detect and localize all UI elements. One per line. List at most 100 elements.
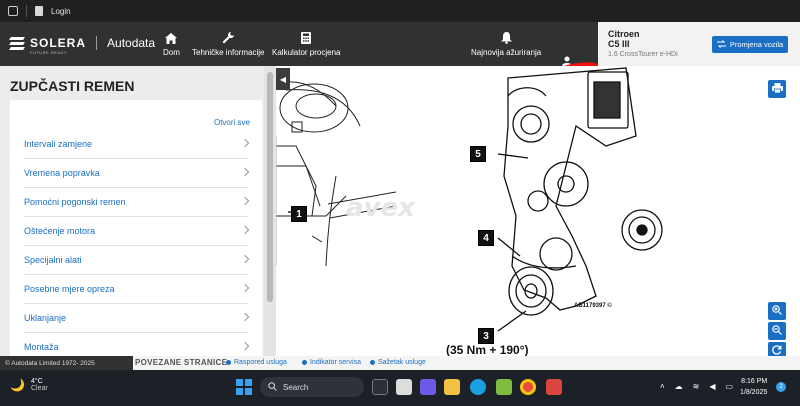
solera-mark-icon [9,36,25,50]
scrollbar-thumb[interactable] [267,72,273,302]
windows-start-icon[interactable] [236,379,252,395]
nav-home-label: Dom [163,48,180,57]
change-vehicle-label: Promjena vozila [729,40,784,49]
callout-4: 4 [478,230,494,246]
torque-spec: (35 Nm + 190°) [446,343,529,356]
nav-latest-updates[interactable]: Najnovija ažuriranja [471,32,541,57]
nav-home[interactable]: Dom [163,32,180,57]
chevron-left-icon: ◀ [279,74,287,84]
weather-temperature: 4°C [30,378,43,385]
chevron-right-icon [240,254,250,264]
section-item-precautions[interactable]: Posebne mjere opreza [24,275,250,304]
bullet-icon [302,360,307,365]
solera-logo[interactable]: SOLERA FUTURE READY Autodata [9,36,156,55]
section-item-replacement-intervals[interactable]: Intervali zamjene [24,130,250,159]
left-panel: ZUPČASTI REMEN Otvori sve Intervali zamj… [0,66,276,362]
section-item-label: Pomoćni pogonski remen [24,197,126,207]
page-title: ZUPČASTI REMEN [10,78,135,94]
chrome-icon[interactable] [520,379,536,395]
section-item-engine-damage[interactable]: Oštećenje motora [24,217,250,246]
chevron-right-icon [240,167,250,177]
search-icon [268,381,277,393]
task-view-icon[interactable] [396,379,412,395]
chevron-right-icon [240,341,250,351]
swap-arrows-icon [716,39,726,50]
chevron-right-icon [240,283,250,293]
vehicle-variant: 1.6 CrossTourer e-HDi [608,51,678,58]
battery-icon[interactable]: ▭ [726,382,734,391]
section-item-label: Specijalni alati [24,255,82,265]
related-link-label: Sažetak usluge [378,359,426,366]
edge-icon[interactable] [470,379,486,395]
store-icon[interactable] [496,379,512,395]
wifi-icon[interactable]: ≋ [693,382,700,391]
page-icon [35,6,43,16]
related-link-service-schedule[interactable]: Raspored usluga [226,359,287,366]
open-all-link[interactable]: Otvori sve [214,118,250,127]
calculator-icon [301,32,312,44]
section-item-label: Montaža [24,342,59,352]
weather-widget[interactable]: 🌙 4°C Clear [10,378,48,392]
collapse-panel-button[interactable]: ◀ [276,68,290,90]
brand-tagline: FUTURE READY [30,50,68,55]
app-icon[interactable] [546,379,562,395]
tab-title[interactable]: Login [51,7,71,16]
notification-badge[interactable]: 2 [776,382,786,392]
related-pages-title: POVEZANE STRANICE [135,358,228,367]
copyright: © Autodata Limited 1972- 2025 [0,356,133,370]
callout-1: 1 [291,206,307,222]
moon-icon: 🌙 [10,378,25,392]
file-explorer-icon[interactable] [444,379,460,395]
reset-view-button[interactable] [768,342,786,356]
chevron-right-icon [240,196,250,206]
left-panel-scrollbar[interactable] [264,66,276,356]
section-item-removal[interactable]: Uklanjanje [24,304,250,333]
zoom-in-button[interactable] [768,302,786,320]
section-item-label: Oštećenje motora [24,226,96,236]
nav-technical-info-label: Tehničke informacije [192,48,265,57]
timing-belt-diagram: avex [276,67,663,332]
callout-5: 5 [470,146,486,162]
clock-date: 1/8/2025 [740,389,768,396]
section-item-special-tools[interactable]: Specijalni alati [24,246,250,275]
taskbar-clock[interactable]: 8:16 PM 1/8/2025 [740,376,767,398]
related-link-service-summary[interactable]: Sažetak usluge [370,359,426,366]
tab-actions-icon[interactable] [8,6,18,16]
diagram-area: avex 1 5 4 3 AB1179397 © (35 Nm + 190°) [276,66,800,356]
taskbar-search[interactable]: Search [260,377,364,397]
wrench-icon [222,32,235,44]
refresh-icon [772,345,782,356]
print-button[interactable] [768,80,786,98]
related-link-label: Indikator servisa [310,359,361,366]
footer-bar: © Autodata Limited 1972- 2025 POVEZANE S… [0,356,800,370]
printer-icon [771,80,783,98]
teams-icon[interactable] [420,379,436,395]
colorful-app-icon[interactable] [372,379,388,395]
section-list-card: Otvori sve Intervali zamjene Vremena pop… [10,100,262,362]
product-name: Autodata [107,36,156,50]
vehicle-make: Citroen [608,29,640,39]
section-item-repair-times[interactable]: Vremena popravka [24,159,250,188]
logo-divider [96,36,98,50]
vehicle-model: C5 III [608,39,630,49]
chevron-up-icon[interactable]: ˄ [660,382,665,391]
nav-technical-info[interactable]: Tehničke informacije [192,32,264,57]
nav-latest-updates-label: Najnovija ažuriranja [471,48,542,57]
zoom-out-icon [772,325,782,337]
related-link-service-indicator[interactable]: Indikator servisa [302,359,361,366]
nav-estimate-calculator[interactable]: Kalkulator procjena [272,32,340,57]
nav-estimate-calculator-label: Kalkulator procjena [272,48,341,57]
zoom-out-button[interactable] [768,322,786,340]
section-item-auxiliary-belt[interactable]: Pomoćni pogonski remen [24,188,250,217]
speaker-icon[interactable]: ◀ [709,382,715,391]
cloud-icon[interactable]: ☁ [675,382,683,391]
weather-condition: Clear [30,385,48,392]
bullet-icon [226,360,231,365]
tab-separator [26,5,27,17]
bullet-icon [370,360,375,365]
callout-3: 3 [478,328,494,344]
change-vehicle-button[interactable]: Promjena vozila [712,36,788,53]
chevron-right-icon [240,312,250,322]
browser-tab-strip: Login [0,0,800,22]
related-link-label: Raspored usluga [234,359,287,366]
